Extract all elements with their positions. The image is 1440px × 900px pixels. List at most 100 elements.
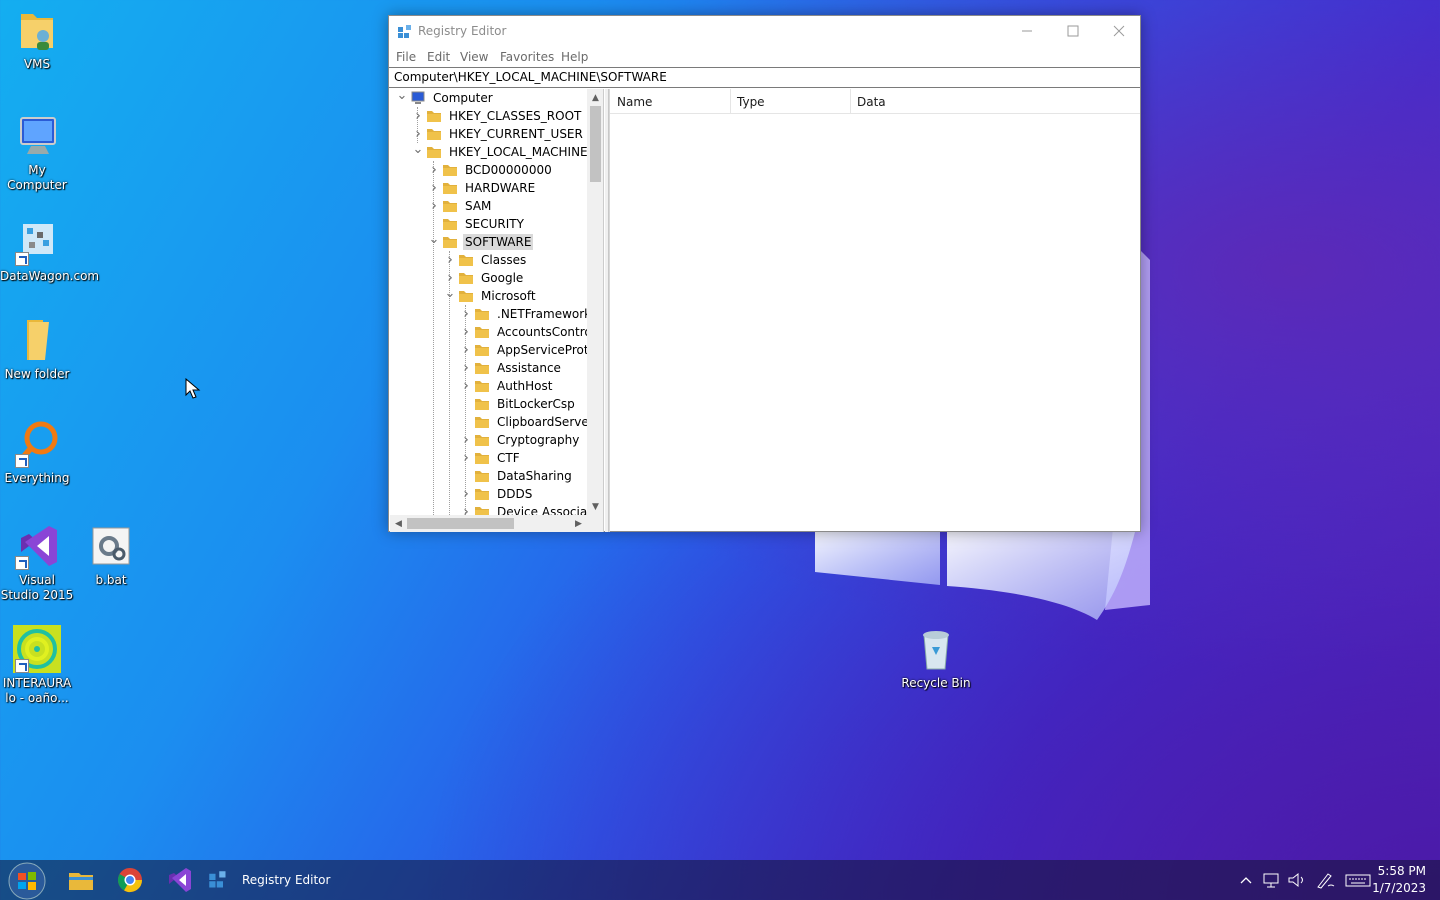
scroll-thumb[interactable] bbox=[590, 106, 601, 182]
desktop-icon-everything[interactable]: Everything bbox=[0, 420, 74, 486]
maximize-button[interactable] bbox=[1050, 16, 1096, 46]
chevron-right-icon[interactable]: › bbox=[458, 485, 474, 503]
tree-node[interactable]: ⌄ Computer bbox=[394, 89, 495, 107]
desktop-icon-new-folder[interactable]: New folder bbox=[0, 316, 74, 382]
start-button-icon[interactable] bbox=[6, 861, 48, 900]
chevron-down-icon[interactable]: ⌄ bbox=[410, 141, 426, 159]
address-bar[interactable]: Computer\HKEY_LOCAL_MACHINE\SOFTWARE bbox=[389, 67, 1140, 88]
registry-editor-window[interactable]: Registry Editor File Edit View Favorites… bbox=[388, 15, 1141, 532]
tree-node-label: BitLockerCsp bbox=[497, 397, 575, 411]
chevron-right-icon[interactable]: › bbox=[426, 197, 442, 215]
desktop-icon-visual-studio[interactable]: Visual Studio 2015 bbox=[0, 522, 74, 603]
desktop-icon-vms[interactable]: VMS bbox=[0, 6, 74, 72]
volume-icon[interactable] bbox=[1286, 870, 1308, 890]
chevron-down-icon[interactable]: ⌄ bbox=[394, 89, 410, 105]
scroll-right-icon[interactable]: ▶ bbox=[570, 515, 587, 532]
menu-file[interactable]: File bbox=[396, 50, 416, 64]
scroll-thumb[interactable] bbox=[407, 518, 514, 529]
tree-node[interactable]: › Assistance bbox=[458, 359, 563, 377]
chevron-right-icon[interactable]: › bbox=[458, 449, 474, 467]
tree-node[interactable]: › HARDWARE bbox=[426, 179, 537, 197]
chevron-right-icon[interactable]: › bbox=[426, 161, 442, 179]
tree-node[interactable]: › AuthHost bbox=[458, 377, 554, 395]
interaura-spiral-icon bbox=[13, 625, 61, 673]
tree-node[interactable]: › HKEY_CLASSES_ROOT bbox=[410, 107, 583, 125]
chevron-right-icon[interactable]: › bbox=[458, 341, 474, 359]
menu-favorites[interactable]: Favorites bbox=[500, 50, 554, 64]
taskbar-registry-editor[interactable]: Registry Editor bbox=[208, 860, 330, 900]
chevron-right-icon[interactable]: › bbox=[442, 251, 458, 269]
tree-node[interactable]: › Google bbox=[442, 269, 525, 287]
column-data[interactable]: Data bbox=[857, 95, 886, 109]
tree-node[interactable]: › Cryptography bbox=[458, 431, 581, 449]
column-name[interactable]: Name bbox=[617, 95, 652, 109]
column-divider[interactable] bbox=[850, 89, 851, 113]
tree-node[interactable]: › AccountsControl bbox=[458, 323, 597, 341]
menu-help[interactable]: Help bbox=[561, 50, 588, 64]
tree-node[interactable]: › BCD00000000 bbox=[426, 161, 554, 179]
tree-node[interactable]: ⌄ SOFTWARE bbox=[426, 231, 534, 251]
scroll-left-icon[interactable]: ◀ bbox=[390, 515, 407, 532]
tree-node[interactable]: ⌄ Microsoft bbox=[442, 285, 538, 305]
tree-node[interactable]: › HKEY_CURRENT_USER bbox=[410, 125, 585, 143]
desktop-icon-recycle-bin[interactable]: Recycle Bin bbox=[899, 625, 973, 691]
tree-node[interactable]: › DDDS bbox=[458, 485, 534, 503]
scroll-down-icon[interactable]: ▼ bbox=[587, 498, 603, 515]
registry-tree[interactable]: › Device Associatio › DDDS DataSharing › CTF › C… bbox=[390, 89, 604, 532]
chevron-down-icon[interactable]: ⌄ bbox=[442, 285, 458, 303]
registry-editor-icon bbox=[209, 871, 226, 888]
tree-vertical-scrollbar[interactable]: ▲ ▼ bbox=[587, 89, 603, 515]
folder-icon bbox=[475, 435, 489, 446]
chrome-icon[interactable] bbox=[116, 866, 144, 894]
chevron-right-icon[interactable]: › bbox=[442, 269, 458, 287]
tree-node[interactable]: BitLockerCsp bbox=[458, 395, 577, 413]
tree-node[interactable]: › Classes bbox=[442, 251, 528, 269]
chevron-right-icon[interactable]: › bbox=[458, 431, 474, 449]
tree-node[interactable]: › .NETFramework bbox=[458, 305, 593, 323]
tree-node[interactable]: ClipboardServer bbox=[458, 413, 596, 431]
minimize-button[interactable] bbox=[1004, 16, 1050, 46]
tree-node[interactable]: ⌄ HKEY_LOCAL_MACHINE bbox=[410, 141, 590, 161]
keyboard-icon[interactable] bbox=[1344, 870, 1372, 890]
menu-edit[interactable]: Edit bbox=[427, 50, 450, 64]
tree-node[interactable]: › SAM bbox=[426, 197, 493, 215]
desktop-icon-my-computer[interactable]: My Computer bbox=[0, 112, 74, 193]
network-icon[interactable] bbox=[1260, 870, 1284, 890]
values-list[interactable]: Name Type Data bbox=[609, 89, 1140, 532]
chevron-right-icon[interactable]: › bbox=[458, 359, 474, 377]
recycle-bin-icon bbox=[912, 625, 960, 673]
tree-node[interactable]: › CTF bbox=[458, 449, 522, 467]
column-divider[interactable] bbox=[730, 89, 731, 113]
tree-node[interactable]: DataSharing bbox=[458, 467, 574, 485]
title-bar[interactable]: Registry Editor bbox=[389, 16, 1140, 48]
chevron-up-icon[interactable] bbox=[1236, 870, 1256, 890]
chevron-right-icon[interactable]: › bbox=[458, 377, 474, 395]
tree-node[interactable]: SECURITY bbox=[426, 215, 526, 233]
pen-icon[interactable] bbox=[1314, 870, 1338, 890]
close-button[interactable] bbox=[1096, 16, 1142, 46]
chevron-right-icon[interactable]: › bbox=[410, 107, 426, 125]
chevron-right-icon[interactable]: › bbox=[458, 305, 474, 323]
chevron-right-icon[interactable]: › bbox=[410, 125, 426, 143]
folder-icon bbox=[427, 147, 441, 158]
file-explorer-icon[interactable] bbox=[67, 866, 95, 894]
tree-horizontal-scrollbar[interactable]: ◀ ▶ bbox=[390, 515, 587, 532]
scroll-up-icon[interactable]: ▲ bbox=[587, 89, 603, 106]
visual-studio-taskbar-icon[interactable] bbox=[165, 866, 193, 894]
column-type[interactable]: Type bbox=[737, 95, 765, 109]
desktop-icon-interaura[interactable]: INTERAURA lo - oaño... bbox=[0, 625, 74, 706]
taskbar-clock[interactable]: 5:58 PM 1/7/2023 bbox=[1372, 863, 1426, 897]
chevron-right-icon[interactable]: › bbox=[426, 179, 442, 197]
tree-node[interactable]: › AppServiceProtoc bbox=[458, 341, 603, 359]
computer-icon bbox=[411, 91, 425, 104]
chevron-down-icon[interactable]: ⌄ bbox=[426, 231, 442, 249]
menu-view[interactable]: View bbox=[460, 50, 488, 64]
tree-node-label: Cryptography bbox=[497, 433, 580, 447]
chevron-right-icon[interactable]: › bbox=[458, 323, 474, 341]
desktop-icon-datawagon[interactable]: DataWagon.com bbox=[0, 218, 99, 284]
desktop-icon-b-bat[interactable]: b.bat bbox=[74, 522, 148, 588]
folder-icon bbox=[475, 327, 489, 338]
shortcut-arrow-icon bbox=[15, 556, 29, 570]
